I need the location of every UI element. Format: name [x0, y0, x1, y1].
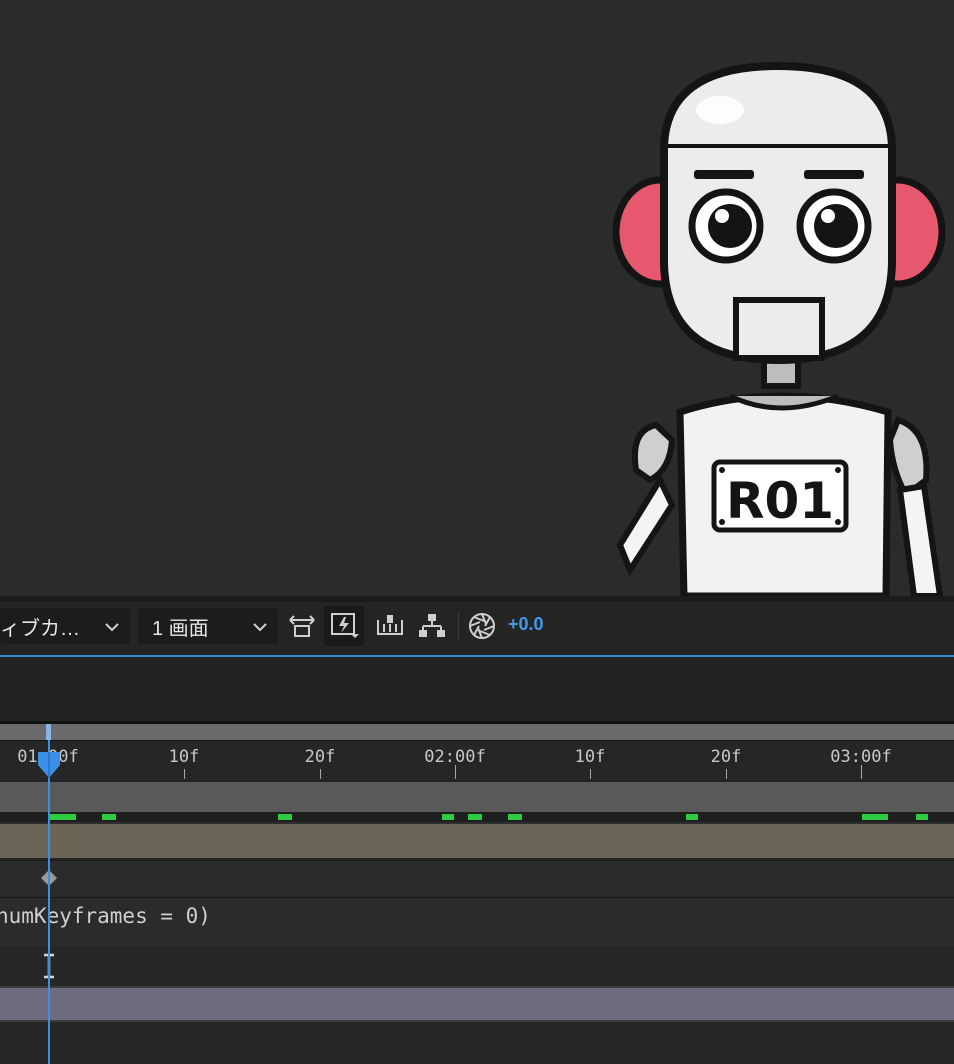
- ruler-label: 10f: [168, 747, 200, 767]
- ruler-tick: [455, 765, 456, 779]
- property-row[interactable]: [0, 946, 954, 986]
- layer-duration-bar[interactable]: [0, 822, 954, 858]
- expression-row[interactable]: numKeyframes = 0): [0, 897, 954, 947]
- green-marker: [862, 814, 888, 820]
- layout-dropdown-label: 1 画面: [152, 617, 209, 640]
- adjustment-layer-bar[interactable]: [0, 986, 954, 1022]
- playhead-icon[interactable]: [37, 751, 61, 779]
- timeline-button[interactable]: [370, 606, 410, 646]
- ruler-tick: [184, 769, 185, 779]
- robot-badge-text: R01: [726, 472, 834, 530]
- green-marker: [508, 814, 522, 820]
- marker-strip: [0, 812, 954, 822]
- green-marker: [278, 814, 292, 820]
- fast-preview-button[interactable]: [324, 606, 364, 646]
- aperture-icon: [469, 613, 495, 639]
- expression-text[interactable]: numKeyframes = 0): [0, 904, 211, 928]
- exposure-value[interactable]: +0.0: [508, 614, 544, 635]
- empty-track-row: [0, 1022, 954, 1064]
- chevron-down-icon: [252, 615, 268, 638]
- chevron-down-icon: [104, 615, 120, 638]
- green-marker: [102, 814, 116, 820]
- ruler-label: 20f: [710, 747, 742, 767]
- ruler-tick: [320, 769, 321, 779]
- ruler-tick: [590, 769, 591, 779]
- view-dropdown-label: ィブカ…: [0, 617, 80, 640]
- composition-viewer[interactable]: R01: [0, 0, 954, 596]
- reset-exposure-button[interactable]: [462, 606, 502, 646]
- ruler-label: 02:00f: [424, 747, 486, 767]
- ruler-label: 20f: [304, 747, 336, 767]
- ruler-label: 10f: [574, 747, 606, 767]
- green-marker: [468, 814, 482, 820]
- work-area-handle[interactable]: [46, 724, 51, 740]
- fast-preview-icon: [331, 613, 359, 638]
- view-dropdown[interactable]: ィブカ…: [0, 608, 130, 644]
- ruler-tick: [726, 769, 727, 779]
- ruler-tick: [861, 765, 862, 779]
- work-area-bar[interactable]: [0, 724, 954, 740]
- toggle-view-icon: [289, 615, 315, 637]
- playhead-line[interactable]: [48, 740, 50, 1064]
- green-marker: [686, 814, 698, 820]
- viewer-toolbar: ィブカ… 1 画面 +0.0: [0, 602, 954, 654]
- timeline-header-area: [0, 657, 954, 721]
- timeline-icon: [377, 615, 403, 635]
- composition-layer-bar[interactable]: [0, 782, 954, 812]
- green-marker: [916, 814, 928, 820]
- layout-dropdown[interactable]: 1 画面: [138, 608, 278, 644]
- robot-character-illustration: R01: [612, 61, 946, 596]
- flowchart-icon: [419, 614, 445, 637]
- ruler-label: 03:00f: [830, 747, 892, 767]
- toolbar-divider: [458, 612, 459, 642]
- flowchart-button[interactable]: [412, 606, 452, 646]
- green-marker: [50, 814, 76, 820]
- keyframe-row[interactable]: [0, 860, 954, 897]
- toggle-view-button[interactable]: [282, 606, 322, 646]
- green-marker: [442, 814, 454, 820]
- time-ruler[interactable]: 01:00f 10f 20f 02:00f 10f 20f 03:00f: [0, 740, 954, 780]
